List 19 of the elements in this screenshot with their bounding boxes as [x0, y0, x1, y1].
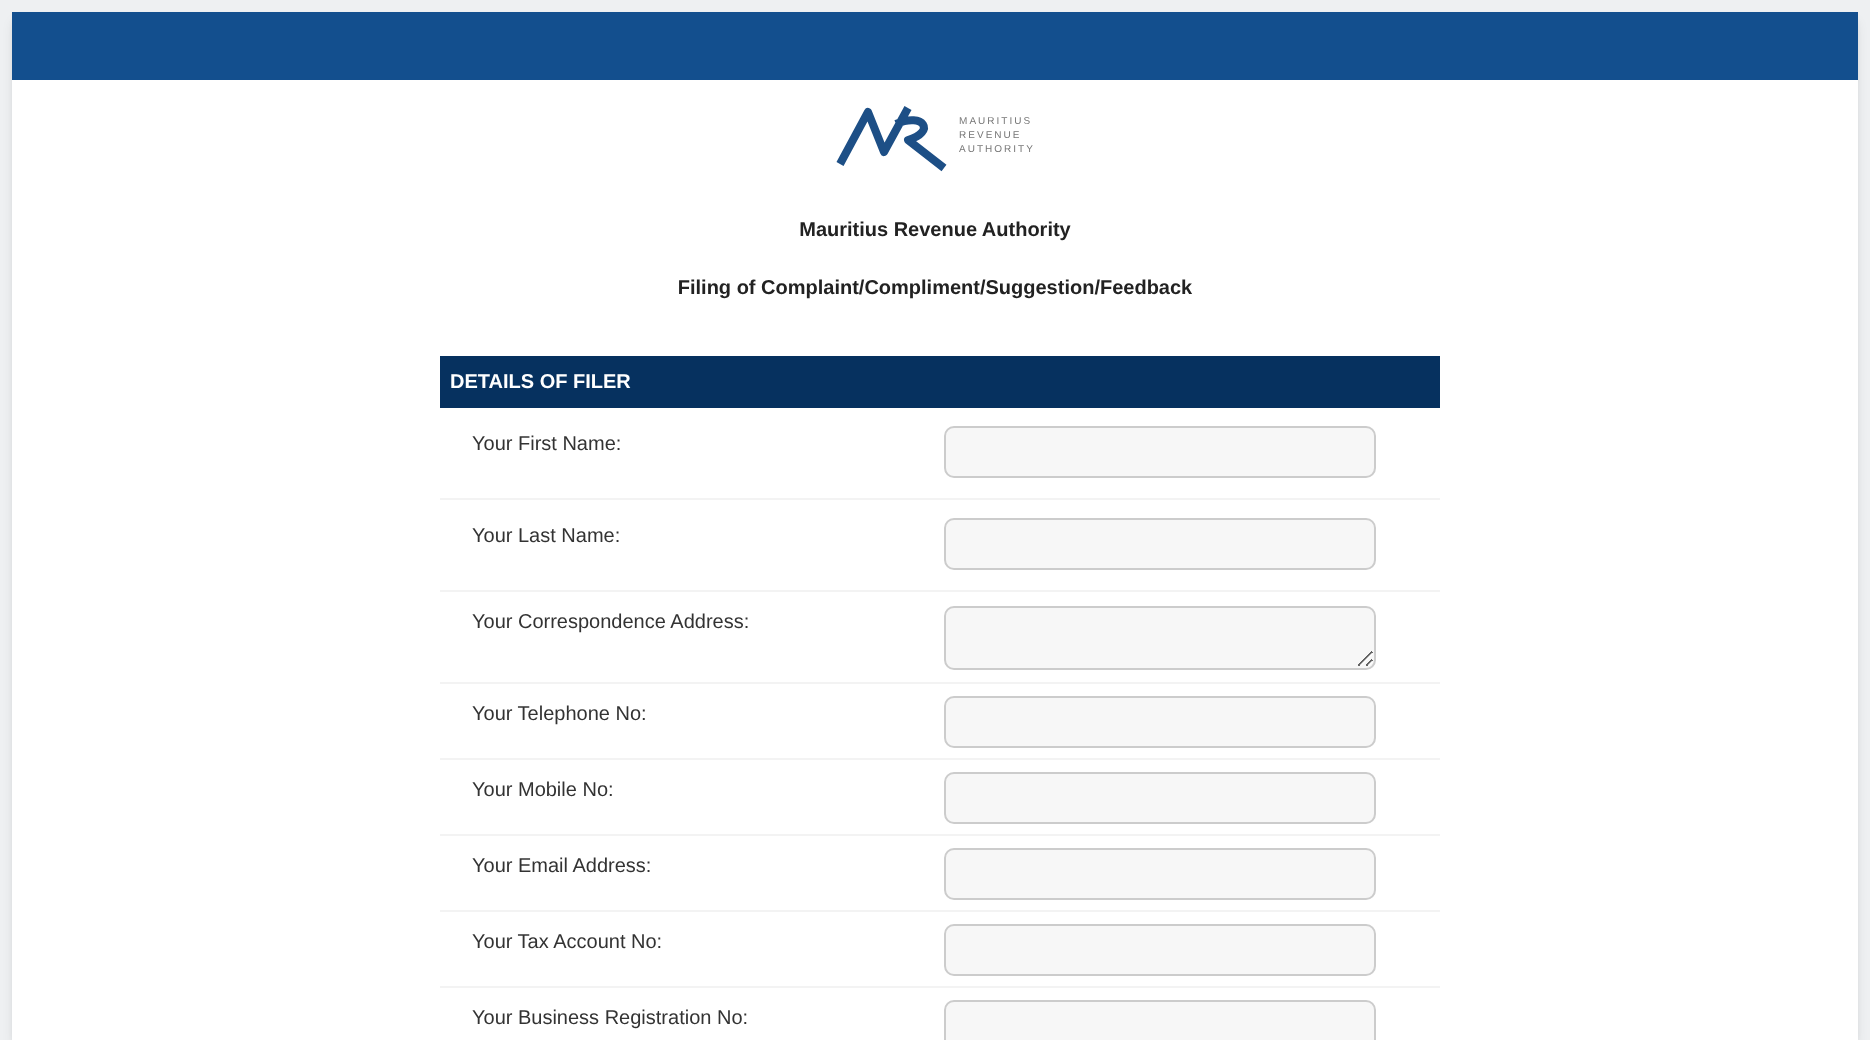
field-label: Your Mobile No: — [472, 778, 614, 806]
input-field[interactable] — [944, 518, 1376, 570]
field-label: Your Correspondence Address: — [472, 610, 750, 638]
input-field[interactable] — [944, 848, 1376, 900]
page-subtitle: Filing of Complaint/Compliment/Suggestion/Feedback — [675, 276, 1195, 304]
page-title: Mauritius Revenue Authority — [797, 218, 1073, 246]
field-label: Your First Name: — [472, 432, 622, 460]
section-header: DETAILS OF FILER — [440, 356, 1440, 408]
address-textarea[interactable] — [944, 606, 1376, 670]
field-label: Your Business Registration No: — [472, 1006, 749, 1034]
input-field[interactable] — [944, 924, 1376, 976]
input-field[interactable] — [944, 426, 1376, 478]
field-label: Your Telephone No: — [472, 702, 647, 730]
input-field[interactable] — [944, 696, 1376, 748]
input-field[interactable] — [944, 772, 1376, 824]
field-label: Your Tax Account No: — [472, 930, 663, 958]
input-field[interactable] — [944, 1000, 1376, 1040]
field-label: Your Last Name: — [472, 524, 621, 552]
field-label: Your Email Address: — [472, 854, 652, 882]
